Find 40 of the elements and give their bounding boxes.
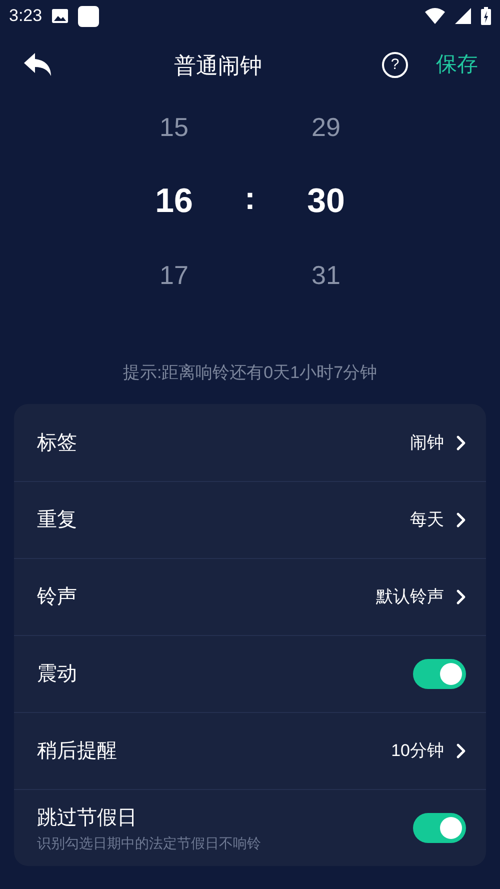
- toggle-switch[interactable]: [413, 813, 466, 843]
- setting-label: 跳过节假日: [37, 806, 138, 830]
- chevron-right-icon: [456, 434, 466, 450]
- setting-value: 闹钟: [410, 432, 444, 454]
- setting-value: 默认铃声: [376, 586, 444, 608]
- setting-label: 稍后提醒: [37, 739, 118, 764]
- wifi-icon: [425, 8, 445, 24]
- square-icon: [78, 6, 100, 26]
- save-button[interactable]: 保存: [436, 49, 478, 81]
- picker-value[interactable]: 29: [312, 90, 340, 164]
- settings-row[interactable]: 标签 闹钟: [14, 404, 486, 481]
- time-separator: :: [244, 179, 256, 218]
- toggle-switch[interactable]: [413, 659, 466, 689]
- hint-text: 提示:距离响铃还有0天1小时7分钟: [122, 362, 378, 384]
- setting-label: 铃声: [37, 585, 78, 610]
- chevron-right-icon: [456, 589, 466, 605]
- help-icon[interactable]: ?: [382, 52, 408, 78]
- setting-label: 标签: [37, 430, 78, 456]
- setting-description: 识别勾选日期中的法定节假日不响铃: [37, 834, 262, 852]
- picker-value[interactable]: 31: [312, 238, 340, 312]
- chevron-right-icon: [456, 743, 466, 759]
- picker-value[interactable]: 30: [307, 164, 345, 238]
- setting-value: 10分钟: [391, 740, 444, 762]
- picker-value[interactable]: 16: [155, 164, 193, 238]
- setting-value: 每天: [410, 509, 444, 532]
- setting-label: 震动: [37, 662, 78, 687]
- battery-icon: [481, 7, 491, 25]
- status-time: 3:23: [9, 5, 42, 28]
- page-title: 普通闹钟: [174, 52, 262, 80]
- picker-value[interactable]: 17: [160, 238, 188, 312]
- settings-row[interactable]: 震动: [14, 635, 486, 712]
- setting-label: 重复: [37, 508, 78, 533]
- picker-value[interactable]: 15: [160, 90, 188, 164]
- image-icon: [52, 9, 68, 23]
- chevron-right-icon: [456, 512, 466, 528]
- settings-row[interactable]: 跳过节假日 识别勾选日期中的法定节假日不响铃: [14, 789, 486, 866]
- settings-row[interactable]: 稍后提醒 10分钟: [14, 712, 486, 789]
- signal-icon: [455, 8, 471, 24]
- settings-row[interactable]: 重复 每天: [14, 481, 486, 558]
- settings-row[interactable]: 铃声 默认铃声: [14, 558, 486, 635]
